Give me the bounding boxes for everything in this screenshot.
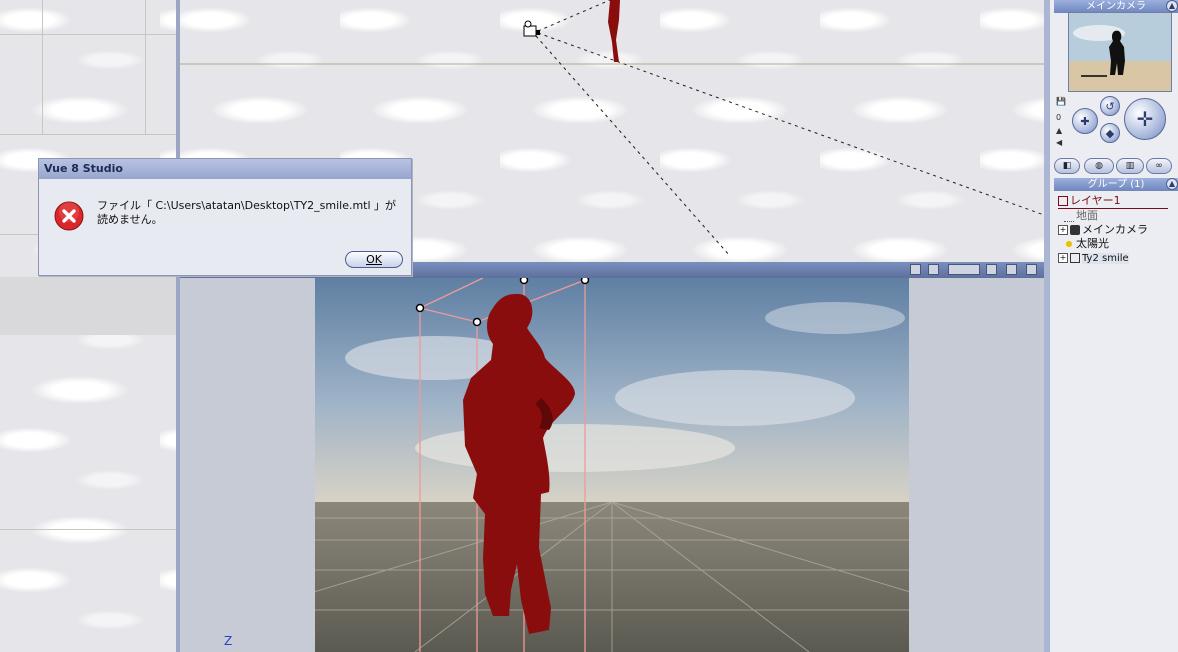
- tree-item-ty2-smile[interactable]: + Ty2 smile: [1058, 251, 1178, 265]
- tree-item-main-camera[interactable]: + メインカメラ: [1058, 223, 1178, 237]
- layer-row[interactable]: レイヤー1: [1058, 194, 1168, 209]
- pan-tool-icon[interactable]: [928, 264, 939, 275]
- collapse-group-panel-button[interactable]: ▲: [1166, 178, 1178, 190]
- error-dialog: Vue 8 Studio ファイル「 C:\Users\atatan\Deskt…: [38, 158, 412, 276]
- tree-item-label: 地面: [1076, 209, 1098, 222]
- grid-line: [0, 529, 176, 530]
- links-tab-icon[interactable]: ∞: [1146, 158, 1172, 174]
- scene-tree: レイヤー1 地面 + メインカメラ 太陽光 + Ty2 smile: [1058, 194, 1178, 265]
- hand-tool-icon[interactable]: [910, 264, 921, 275]
- dolly-camera-icon[interactable]: ◆: [1100, 123, 1120, 143]
- materials-tab-icon[interactable]: ◍: [1084, 158, 1114, 174]
- grid-line: [42, 0, 43, 135]
- camera-icon: [1070, 225, 1080, 235]
- grid-line: [145, 0, 146, 135]
- maximize-viewport-icon[interactable]: [1026, 264, 1037, 275]
- axis-z-label: Z: [224, 634, 233, 648]
- camera-index: 0: [1056, 113, 1062, 122]
- render-mode-icon[interactable]: [986, 264, 997, 275]
- figure-icon: [1070, 253, 1080, 263]
- tree-item-label: 太陽光: [1076, 237, 1109, 250]
- ok-button[interactable]: OK: [345, 251, 403, 268]
- group-panel-title: グループ (1): [1054, 178, 1178, 191]
- render-scene: [315, 278, 909, 652]
- selection-band: [0, 277, 176, 335]
- axis-toggle-icon[interactable]: [948, 264, 980, 275]
- dialog-title[interactable]: Vue 8 Studio: [39, 159, 411, 179]
- grid-line: [0, 34, 176, 35]
- layer-icon: [1058, 196, 1068, 206]
- left-viewport[interactable]: [0, 0, 176, 652]
- error-icon: [54, 201, 84, 231]
- camera-orbit-icon[interactable]: ✛: [1124, 98, 1166, 140]
- tree-item-label: メインカメラ: [1082, 223, 1148, 236]
- camera-preview-thumbnail[interactable]: [1068, 12, 1172, 92]
- main-viewport[interactable]: Z: [180, 262, 1044, 652]
- functions-tab-icon[interactable]: ▥: [1116, 158, 1144, 174]
- tree-item-ground[interactable]: 地面: [1058, 209, 1178, 223]
- object-tabs: ◧ ◍ ▥ ∞: [1054, 156, 1178, 176]
- tree-item-sunlight[interactable]: 太陽光: [1058, 237, 1178, 251]
- tree-item-label: Ty2 smile: [1082, 253, 1129, 264]
- figure-top-view: [608, 0, 620, 62]
- expand-icon[interactable]: +: [1058, 225, 1068, 235]
- ground-icon: [1064, 211, 1074, 222]
- objects-tab-icon[interactable]: ◧: [1054, 158, 1080, 174]
- next-camera-icon[interactable]: ◀: [1056, 138, 1062, 147]
- shading-icon[interactable]: [1006, 264, 1017, 275]
- grid-line: [0, 134, 176, 135]
- save-camera-icon[interactable]: 💾: [1056, 97, 1066, 106]
- rotate-camera-icon[interactable]: ↺: [1100, 96, 1120, 116]
- prev-camera-icon[interactable]: ▲: [1056, 126, 1062, 135]
- expand-icon[interactable]: +: [1058, 253, 1068, 263]
- render-preview: [315, 278, 909, 652]
- layer-label: レイヤー1: [1070, 194, 1121, 207]
- sun-icon: [1064, 239, 1074, 249]
- move-camera-icon[interactable]: ✚: [1072, 108, 1098, 134]
- collapse-camera-panel-button[interactable]: ▲: [1166, 0, 1178, 12]
- camera-icon: [523, 20, 540, 37]
- dialog-message: ファイル「 C:\Users\atatan\Desktop\TY2_smile.…: [97, 199, 397, 226]
- right-panel: メインカメラ ▲ 💾 0 ▲ ◀ ✚ ↺ ◆ ✛ ◧ ◍ ▥ ∞ グループ (1…: [1050, 0, 1178, 652]
